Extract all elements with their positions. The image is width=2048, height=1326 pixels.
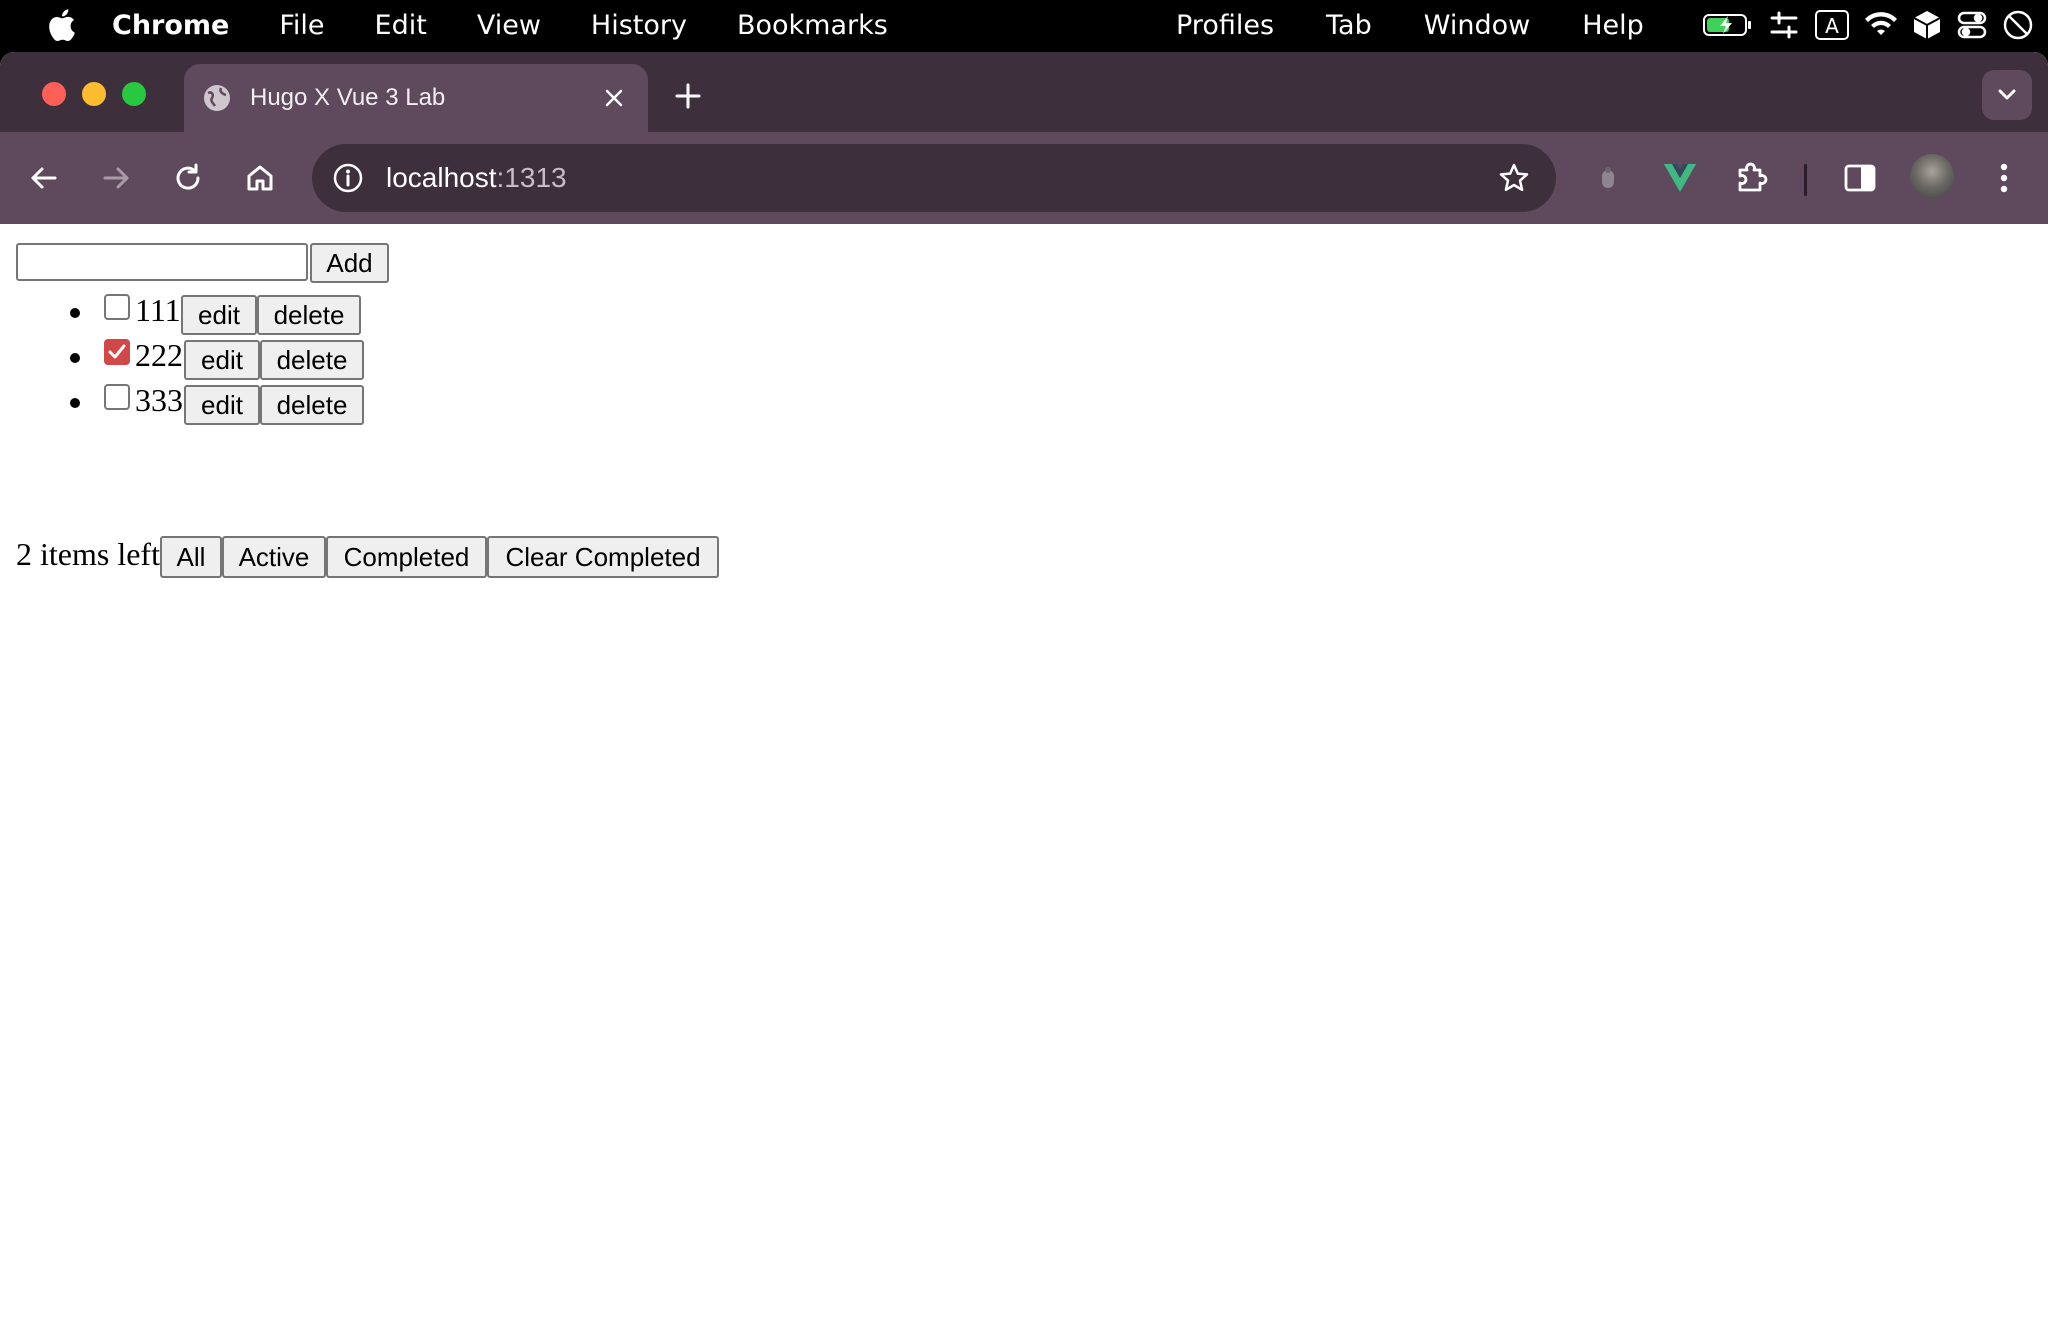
input-source-icon[interactable]: A	[1814, 9, 1850, 41]
vue-devtools-icon[interactable]	[1656, 154, 1704, 202]
svg-text:A: A	[1825, 14, 1839, 38]
tab-search-button[interactable]	[1982, 70, 2032, 120]
new-tab-button[interactable]	[670, 78, 706, 114]
checkmark-icon	[108, 344, 126, 359]
wifi-icon[interactable]	[1864, 11, 1898, 39]
menu-bar: Chrome File Edit View History Bookmarks …	[0, 0, 2048, 50]
profile-avatar[interactable]	[1910, 154, 1954, 198]
add-button[interactable]: Add	[310, 243, 389, 283]
status-icons: A	[1702, 8, 2034, 42]
reload-button[interactable]	[164, 154, 212, 202]
items-left-count: 2 items left	[16, 536, 160, 572]
menu-app-chrome[interactable]: Chrome	[112, 10, 229, 41]
focus-moon-icon[interactable]	[2002, 9, 2034, 41]
url-host: localhost	[386, 162, 497, 193]
page-content: Add 111 edit delete 222 edit delete 333 …	[0, 224, 2048, 1326]
extension-gray-icon[interactable]	[1584, 154, 1632, 202]
menu-window[interactable]: Window	[1424, 10, 1530, 41]
apple-icon[interactable]	[44, 7, 78, 43]
menu-bookmarks[interactable]: Bookmarks	[737, 10, 888, 41]
todo-checkbox-checked[interactable]	[104, 339, 130, 365]
clear-completed-button[interactable]: Clear Completed	[487, 536, 719, 578]
control-sliders-icon[interactable]	[1768, 9, 1800, 41]
bookmark-star-icon[interactable]	[1496, 160, 1532, 196]
edit-button[interactable]: edit	[181, 295, 257, 335]
menu-view[interactable]: View	[477, 10, 541, 41]
menu-history[interactable]: History	[591, 10, 687, 41]
control-center-icon[interactable]	[1956, 10, 1988, 40]
menu-file[interactable]: File	[279, 10, 324, 41]
delete-button[interactable]: delete	[260, 340, 364, 380]
forward-button[interactable]	[92, 154, 140, 202]
toolbar-separator	[1804, 164, 1807, 196]
window-maximize-button[interactable]	[122, 82, 146, 106]
browser-window: Hugo X Vue 3 Lab localhost:1313 Add 111 …	[0, 52, 2048, 1326]
battery-charging-icon[interactable]	[1702, 11, 1754, 39]
side-panel-icon[interactable]	[1836, 154, 1884, 202]
list-bullet	[70, 308, 80, 318]
tab-title: Hugo X Vue 3 Lab	[250, 84, 446, 111]
url-port: :1313	[496, 162, 567, 193]
extensions-puzzle-icon[interactable]	[1728, 154, 1776, 202]
home-button[interactable]	[236, 154, 284, 202]
browser-toolbar: localhost:1313	[0, 132, 2048, 224]
tab-active[interactable]: Hugo X Vue 3 Lab	[184, 64, 648, 132]
window-minimize-button[interactable]	[82, 82, 106, 106]
edit-button[interactable]: edit	[184, 385, 260, 425]
edit-button[interactable]: edit	[184, 340, 260, 380]
url-text[interactable]: localhost:1313	[386, 144, 567, 212]
window-close-button[interactable]	[42, 82, 66, 106]
list-bullet	[70, 353, 80, 363]
site-info-icon[interactable]	[330, 160, 366, 196]
menu-right-group: Profiles Tab Window Help	[1176, 0, 1696, 50]
extension-cube-icon[interactable]	[1912, 9, 1942, 41]
back-button[interactable]	[20, 154, 68, 202]
filter-completed-button[interactable]: Completed	[326, 536, 487, 578]
tab-strip: Hugo X Vue 3 Lab	[0, 52, 2048, 132]
menu-help[interactable]: Help	[1582, 10, 1644, 41]
tab-close-icon[interactable]	[600, 84, 628, 112]
delete-button[interactable]: delete	[257, 295, 361, 335]
filter-active-button[interactable]: Active	[222, 536, 326, 578]
todo-checkbox[interactable]	[104, 294, 130, 320]
filter-all-button[interactable]: All	[160, 536, 222, 578]
address-bar[interactable]: localhost:1313	[312, 144, 1556, 212]
menu-profiles[interactable]: Profiles	[1176, 10, 1274, 41]
globe-icon	[202, 83, 232, 113]
menu-edit[interactable]: Edit	[375, 10, 427, 41]
list-bullet	[70, 398, 80, 408]
more-menu-icon[interactable]	[1980, 154, 2028, 202]
menu-tab[interactable]: Tab	[1326, 10, 1372, 41]
delete-button[interactable]: delete	[260, 385, 364, 425]
new-todo-input[interactable]	[16, 243, 308, 281]
todo-checkbox[interactable]	[104, 384, 130, 410]
todo-text: 333	[135, 382, 183, 418]
todo-text: 111	[135, 292, 181, 328]
todo-text: 222	[135, 337, 183, 373]
